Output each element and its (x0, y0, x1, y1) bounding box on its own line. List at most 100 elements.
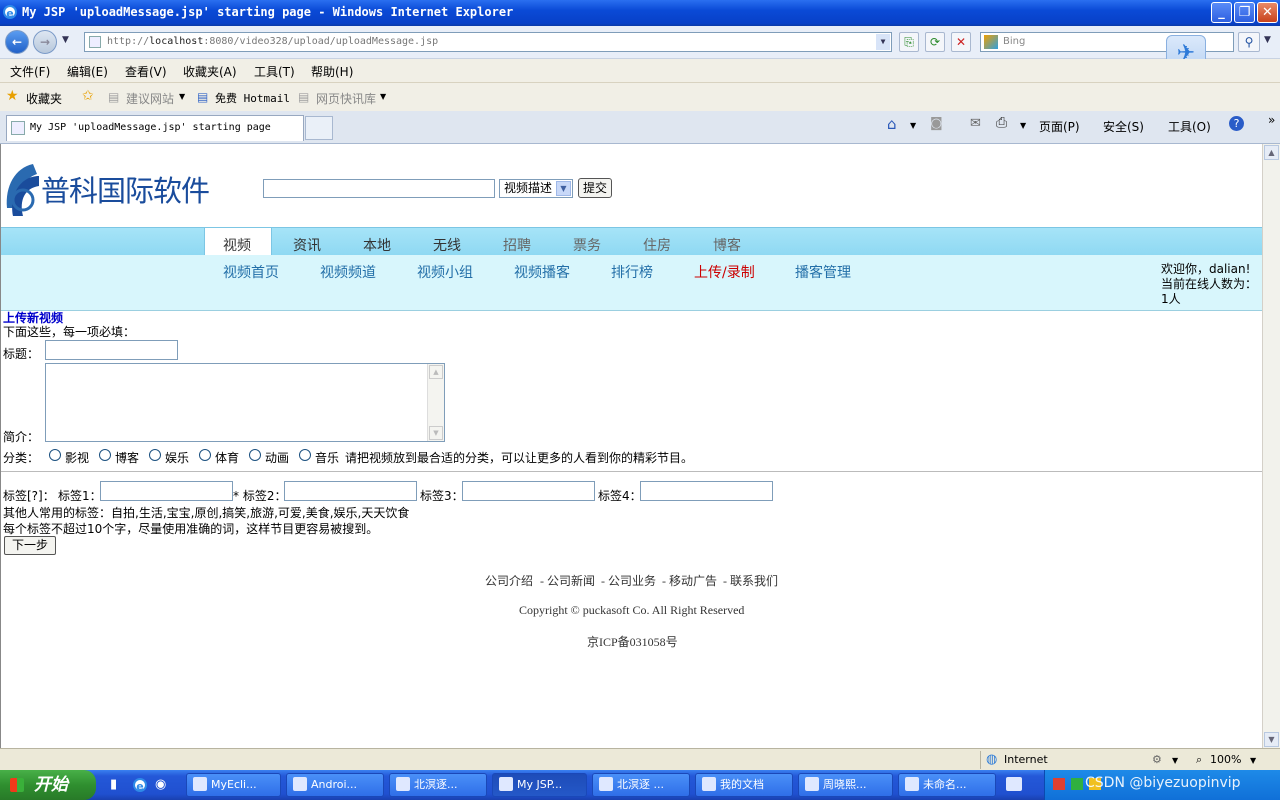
taskbar-item[interactable]: 未命名... (898, 773, 996, 797)
tag3-input[interactable] (462, 481, 595, 501)
taskbar-item[interactable]: 我的文档 (695, 773, 793, 797)
search-options-icon[interactable]: ▼ (1264, 35, 1271, 45)
mail-icon[interactable]: ✉ (970, 116, 981, 131)
chevron-down-icon[interactable]: ▼ (1172, 756, 1178, 765)
footer-business-link[interactable]: - 公司业务 (601, 572, 656, 589)
footer-about-link[interactable]: 公司介绍 (485, 572, 533, 589)
tag4-input[interactable] (640, 481, 773, 501)
menu-help[interactable]: 帮助(H) (311, 63, 353, 80)
menu-favorites[interactable]: 收藏夹(A) (183, 63, 237, 80)
sub-nav-ranking[interactable]: 排行榜 (611, 262, 653, 282)
tray-icon[interactable] (1053, 778, 1065, 790)
tags-help-label[interactable]: 标签[?]： (3, 487, 55, 504)
taskbar-item[interactable]: 北溟逐... (389, 773, 487, 797)
web-slice-link[interactable]: 网页快讯库 (316, 90, 376, 107)
browser-tab-active[interactable]: My JSP 'uploadMessage.jsp' starting page (6, 115, 304, 141)
search-go-icon[interactable]: ⚲ (1238, 32, 1260, 52)
safety-menu[interactable]: 安全(S) (1103, 118, 1144, 135)
refresh-icon[interactable]: ⟳ (925, 32, 945, 52)
main-nav-news[interactable]: 资讯 (293, 235, 321, 255)
category-radio[interactable] (149, 449, 161, 461)
history-dropdown-icon[interactable]: ▼ (62, 35, 69, 45)
main-nav-tickets[interactable]: 票务 (573, 235, 601, 255)
menu-tools[interactable]: 工具(T) (254, 63, 295, 80)
category-radio[interactable] (299, 449, 311, 461)
tag1-input[interactable] (100, 481, 233, 501)
next-step-button[interactable]: 下一步 (4, 536, 56, 555)
main-nav-jobs[interactable]: 招聘 (503, 235, 531, 255)
category-radio[interactable] (249, 449, 261, 461)
taskbar-item[interactable]: 周晓熙... (798, 773, 893, 797)
desktop-icon[interactable]: ▮ (110, 777, 117, 792)
tag2-input[interactable] (284, 481, 417, 501)
title-input[interactable] (45, 340, 178, 360)
chevron-down-icon[interactable]: ▼ (1250, 756, 1256, 765)
chevron-down-icon[interactable]: ▼ (910, 121, 916, 130)
footer-ads-link[interactable]: - 移动广告 (662, 572, 717, 589)
tray-icon[interactable] (1071, 778, 1083, 790)
address-dropdown-icon[interactable]: ▼ (876, 34, 890, 50)
page-menu[interactable]: 页面(P) (1039, 118, 1080, 135)
chevron-down-icon[interactable]: ▼ (179, 92, 185, 101)
intro-textarea[interactable]: ▲ ▼ (45, 363, 445, 442)
menu-edit[interactable]: 编辑(E) (67, 63, 108, 80)
scroll-down-icon[interactable]: ▼ (1264, 732, 1279, 747)
category-radio[interactable] (49, 449, 61, 461)
ie-quicklaunch-icon[interactable]: e (133, 778, 147, 793)
main-nav-blog[interactable]: 博客 (713, 235, 741, 255)
category-radio[interactable] (99, 449, 111, 461)
zoom-level[interactable]: 100% (1210, 753, 1241, 766)
protected-mode-icon[interactable]: ⚙ (1152, 753, 1162, 766)
print-icon[interactable]: ⎙ (996, 115, 1007, 131)
scroll-up-icon[interactable]: ▲ (429, 365, 443, 379)
main-nav-video[interactable]: 视频 (223, 235, 251, 255)
home-icon[interactable]: ⌂ (887, 115, 897, 133)
minimize-button[interactable]: _ (1211, 2, 1232, 23)
maximize-button[interactable]: ❐ (1234, 2, 1255, 23)
main-nav-local[interactable]: 本地 (363, 235, 391, 255)
category-radio[interactable] (199, 449, 211, 461)
menu-file[interactable]: 文件(F) (10, 63, 50, 80)
rss-feed-icon[interactable]: ◙ (930, 116, 943, 131)
sub-nav-upload[interactable]: 上传/录制 (694, 262, 755, 282)
add-favorite-icon[interactable]: ✩ (82, 88, 94, 104)
window-title-bar[interactable]: e My JSP 'uploadMessage.jsp' starting pa… (0, 0, 1280, 26)
address-bar[interactable]: http://localhost:8080/video328/upload/up… (84, 32, 892, 52)
hotmail-link[interactable]: 免费 Hotmail (215, 90, 290, 106)
suggested-sites-link[interactable]: 建议网站 (126, 90, 174, 107)
main-nav-wireless[interactable]: 无线 (433, 235, 461, 255)
keyboard-icon[interactable] (1006, 777, 1022, 791)
favorites-button[interactable]: 收藏夹 (26, 90, 62, 107)
taskbar-item[interactable]: Androi... (286, 773, 384, 797)
new-tab-button[interactable] (305, 116, 333, 140)
taskbar-item[interactable]: 北溟逐 ... (592, 773, 690, 797)
chevron-down-icon[interactable]: ▼ (1020, 121, 1026, 130)
page-scrollbar[interactable]: ▲ ▼ (1262, 144, 1280, 748)
site-logo[interactable]: 普科国际软件 (3, 146, 210, 222)
menu-view[interactable]: 查看(V) (125, 63, 167, 80)
media-icon[interactable]: ◉ (155, 777, 166, 792)
scroll-up-icon[interactable]: ▲ (1264, 145, 1279, 160)
footer-news-link[interactable]: - 公司新闻 (540, 572, 595, 589)
site-search-input[interactable] (263, 179, 495, 198)
tools-menu[interactable]: 工具(O) (1168, 118, 1211, 135)
taskbar-item[interactable]: MyEcli... (186, 773, 281, 797)
scroll-down-icon[interactable]: ▼ (429, 426, 443, 440)
stop-icon[interactable]: ✕ (951, 32, 971, 52)
taskbar-item[interactable]: My JSP... (492, 773, 587, 797)
more-commands-icon[interactable]: » (1268, 113, 1275, 127)
sub-nav-channels[interactable]: 视频频道 (320, 262, 376, 282)
sub-nav-video-home[interactable]: 视频首页 (223, 262, 279, 282)
search-type-select[interactable]: 视频描述 ▼ (499, 179, 573, 198)
back-button[interactable]: ← (5, 30, 29, 54)
textarea-scrollbar[interactable]: ▲ ▼ (427, 364, 444, 441)
search-submit-button[interactable]: 提交 (578, 178, 612, 198)
forward-button[interactable]: → (33, 30, 57, 54)
footer-contact-link[interactable]: - 联系我们 (723, 572, 778, 589)
sub-nav-podcast-manage[interactable]: 播客管理 (795, 262, 851, 282)
sub-nav-podcast[interactable]: 视频播客 (514, 262, 570, 282)
chevron-down-icon[interactable]: ▼ (380, 92, 386, 101)
start-button[interactable]: 开始 (0, 770, 96, 800)
close-window-button[interactable]: ✕ (1257, 2, 1278, 23)
sub-nav-groups[interactable]: 视频小组 (417, 262, 473, 282)
